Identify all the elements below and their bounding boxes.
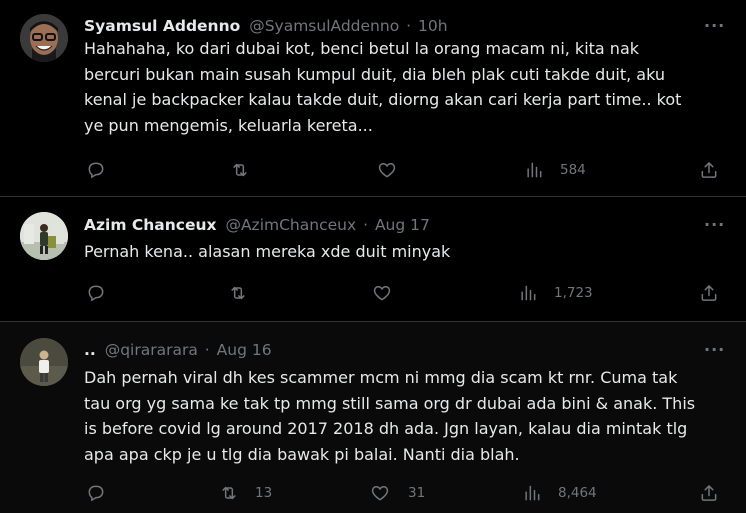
tweet-3[interactable]: .. @qirararara · Aug 16 ··· Dah pernah v… — [0, 322, 746, 513]
retweet-icon — [233, 163, 247, 177]
tweet-text-line: kenal je backpacker kalau takde duit, di… — [84, 90, 682, 109]
like-button[interactable]: 31 — [370, 483, 425, 503]
reply-button[interactable] — [86, 483, 122, 503]
tweet-1[interactable]: Syamsul Addenno @SyamsulAddenno · 10h ··… — [0, 0, 746, 197]
tweet-text: Hahahaha, ko dari dubai kot, benci betul… — [84, 36, 734, 138]
reply-icon — [88, 285, 104, 302]
tweet-header: .. @qirararara · Aug 16 — [84, 340, 272, 360]
reply-icon — [88, 485, 104, 502]
reply-icon — [88, 162, 104, 179]
share-button[interactable] — [699, 283, 719, 303]
like-icon — [371, 485, 389, 501]
tweet-text-line: ye pun mengemis, keluarla kereta... — [84, 115, 373, 135]
handle[interactable]: @qirararara — [105, 341, 198, 359]
retweet-button[interactable] — [230, 160, 266, 180]
handle[interactable]: @SyamsulAddenno — [249, 17, 399, 35]
tweet-text-line: apa apa ckp je u tlg dia bawak pi balai.… — [84, 444, 520, 464]
share-button[interactable] — [699, 160, 719, 180]
avatar[interactable] — [20, 14, 68, 62]
like-count: 31 — [408, 485, 426, 501]
views-count: 8,464 — [558, 485, 597, 501]
tweet-text: Pernah kena.. alasan mereka xde duit min… — [84, 239, 734, 265]
like-button[interactable] — [377, 160, 413, 180]
views-button[interactable]: 1,723 — [518, 283, 593, 303]
retweet-button[interactable]: 13 — [219, 483, 272, 503]
tweet-2[interactable]: Azim Chanceux @AzimChanceux · Aug 17 ···… — [0, 197, 746, 322]
timestamp[interactable]: Aug 16 — [217, 341, 272, 359]
views-button[interactable]: 584 — [524, 160, 586, 180]
tweet-actions: 13 31 8,464 — [84, 483, 726, 503]
retweet-icon — [231, 286, 245, 300]
display-name[interactable]: Syamsul Addenno — [84, 17, 240, 35]
views-count: 1,723 — [554, 285, 593, 301]
retweet-button[interactable] — [228, 283, 264, 303]
tweet-text: Dah pernah viral dh kes scammer mcm ni m… — [84, 365, 734, 467]
share-icon — [701, 285, 717, 301]
views-icon — [527, 162, 542, 178]
tweet-actions: 1,723 — [84, 283, 726, 303]
avatar[interactable] — [20, 338, 68, 386]
avatar[interactable] — [20, 212, 68, 260]
views-icon — [521, 285, 536, 301]
timestamp[interactable]: 10h — [418, 17, 448, 35]
reply-button[interactable] — [86, 283, 122, 303]
more-icon[interactable]: ··· — [704, 217, 724, 239]
tweet-header: Azim Chanceux @AzimChanceux · Aug 17 — [84, 215, 430, 235]
tweet-text-line: Dah pernah viral dh kes scammer mcm ni m… — [84, 368, 678, 387]
tweet-header: Syamsul Addenno @SyamsulAddenno · 10h — [84, 16, 448, 36]
views-count: 584 — [560, 162, 586, 178]
display-name[interactable]: Azim Chanceux — [84, 216, 217, 234]
retweet-icon — [222, 486, 236, 500]
avatar-image — [20, 212, 68, 260]
tweet-text-line: is before covid lg around 2017 2018 dh a… — [84, 419, 688, 438]
like-button[interactable] — [372, 283, 408, 303]
separator: · — [204, 341, 210, 359]
tweet-text-line: Hahahaha, ko dari dubai kot, benci betul… — [84, 39, 640, 58]
like-icon — [378, 162, 396, 178]
more-icon[interactable]: ··· — [704, 342, 724, 364]
handle[interactable]: @AzimChanceux — [225, 216, 356, 234]
display-name[interactable]: .. — [84, 341, 96, 359]
views-button[interactable]: 8,464 — [522, 483, 597, 503]
tweet-text-line: bercuri bukan main susah kumpul duit, di… — [84, 64, 666, 84]
separator: · — [406, 17, 412, 35]
retweet-count: 13 — [255, 485, 273, 501]
tweet-text-line: tau org yg sama ke tak tp mmg still sama… — [84, 393, 696, 413]
like-icon — [373, 285, 391, 301]
separator: · — [363, 216, 368, 234]
views-icon — [525, 485, 540, 501]
share-icon — [701, 162, 717, 178]
tweet-actions: 584 — [84, 160, 726, 180]
tweet-text-line: Pernah kena.. alasan mereka xde duit min… — [84, 242, 451, 261]
share-icon — [701, 485, 717, 501]
avatar-image — [20, 338, 68, 386]
reply-button[interactable] — [86, 160, 122, 180]
timestamp[interactable]: Aug 17 — [375, 216, 430, 234]
avatar-image — [20, 14, 68, 62]
share-button[interactable] — [699, 483, 719, 503]
